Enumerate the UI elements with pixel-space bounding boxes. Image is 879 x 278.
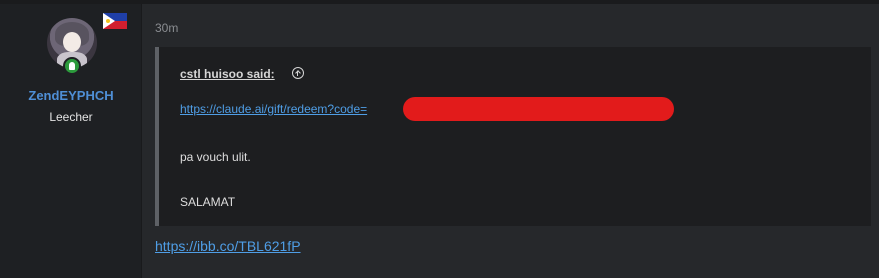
redaction-mark — [403, 97, 674, 121]
quote-attribution-link[interactable]: cstl huisoo said: — [180, 67, 275, 81]
quote-gift-link[interactable]: https://claude.ai/gift/redeem?code= — [180, 102, 367, 116]
forum-post: ZendEYPHCH Leecher 30m cstl huisoo said:… — [0, 0, 879, 278]
quote-text-line: pa vouch ulit. — [180, 150, 251, 164]
post-image-link[interactable]: https://ibb.co/TBL621fP — [155, 238, 301, 254]
online-status-icon — [63, 57, 81, 75]
flag-sun — [106, 19, 110, 23]
avatar-face — [63, 32, 81, 52]
quote-text-line: SALAMAT — [180, 195, 236, 209]
username-link[interactable]: ZendEYPHCH — [0, 88, 142, 103]
user-info-panel: ZendEYPHCH Leecher — [0, 4, 142, 278]
arrow-up-circle-icon[interactable] — [292, 67, 304, 79]
user-title: Leecher — [49, 110, 93, 124]
quote-block: cstl huisoo said: https://claude.ai/gift… — [155, 47, 871, 226]
post-timestamp[interactable]: 30m — [155, 21, 178, 35]
philippines-flag-icon — [103, 13, 127, 29]
